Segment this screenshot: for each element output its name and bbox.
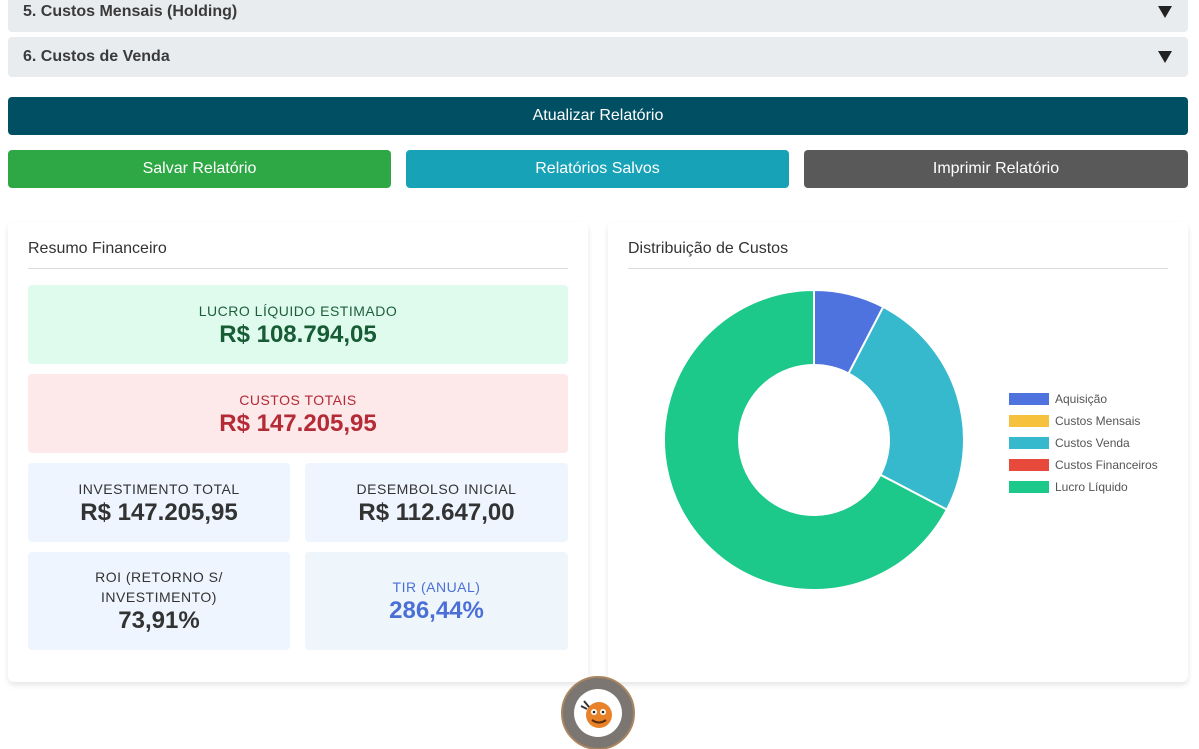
card-value: 286,44% (389, 597, 484, 624)
mascot-face-icon (574, 689, 622, 737)
legend-item[interactable]: Custos Venda (1009, 432, 1158, 454)
save-report-button[interactable]: Salvar Relatório (8, 150, 391, 188)
legend-swatch (1009, 481, 1049, 493)
legend-label: Custos Mensais (1055, 414, 1141, 428)
legend-label: Aquisição (1055, 392, 1108, 406)
roi-card: ROI (RETORNO S/ INVESTIMENTO) 73,91% (28, 552, 290, 650)
financial-summary-panel: Resumo Financeiro LUCRO LÍQUIDO ESTIMADO… (8, 222, 588, 682)
card-value: R$ 112.647,00 (358, 498, 515, 526)
card-label: ROI (RETORNO S/ INVESTIMENTO) (95, 569, 223, 605)
card-label: DESEMBOLSO INICIAL (356, 480, 517, 497)
total-investment-card: INVESTIMENTO TOTAL R$ 147.205,95 (28, 463, 290, 542)
saved-reports-button[interactable]: Relatórios Salvos (406, 150, 789, 188)
legend-swatch (1009, 437, 1049, 449)
accordion-title: 6. Custos de Venda (23, 48, 170, 65)
accordion-monthly-costs[interactable]: 5. Custos Mensais (Holding) (8, 0, 1188, 32)
legend-swatch (1009, 393, 1049, 405)
legend-item[interactable]: Custos Mensais (1009, 410, 1158, 432)
card-label: INVESTIMENTO TOTAL (78, 480, 240, 497)
mascot-avatar-icon[interactable] (561, 676, 635, 749)
legend-label: Custos Venda (1055, 436, 1130, 450)
legend-label: Lucro Líquido (1055, 480, 1128, 494)
print-report-button[interactable]: Imprimir Relatório (804, 150, 1188, 188)
caret-down-icon[interactable] (1158, 6, 1172, 18)
update-report-button[interactable]: Atualizar Relatório (8, 97, 1188, 135)
legend-label: Custos Financeiros (1055, 458, 1158, 472)
chart-legend: Aquisição Custos Mensais Custos Venda Custo… (1009, 388, 1158, 498)
total-costs-card: CUSTOS TOTAIS R$ 147.205,95 (28, 374, 568, 453)
panel-title: Resumo Financeiro (28, 240, 568, 269)
caret-down-icon[interactable] (1158, 51, 1172, 63)
card-value: R$ 108.794,05 (219, 320, 377, 348)
legend-item[interactable]: Custos Financeiros (1009, 454, 1158, 476)
cost-distribution-panel: Distribuição de Custos Aquisição Custos M… (608, 222, 1188, 682)
card-value: R$ 147.205,95 (80, 498, 238, 526)
accordion-title: 5. Custos Mensais (Holding) (23, 3, 238, 20)
accordion-sale-costs[interactable]: 6. Custos de Venda (8, 37, 1188, 77)
initial-outlay-card: DESEMBOLSO INICIAL R$ 112.647,00 (305, 463, 568, 542)
card-label: TIR (ANUAL) (392, 579, 481, 595)
net-profit-card: LUCRO LÍQUIDO ESTIMADO R$ 108.794,05 (28, 285, 568, 364)
card-label: LUCRO LÍQUIDO ESTIMADO (198, 302, 398, 319)
card-value: 73,91% (118, 607, 200, 634)
legend-swatch (1009, 459, 1049, 471)
legend-item[interactable]: Lucro Líquido (1009, 476, 1158, 498)
irr-card: TIR (ANUAL) 286,44% (305, 552, 568, 650)
legend-swatch (1009, 415, 1049, 427)
card-label: CUSTOS TOTAIS (239, 391, 357, 408)
legend-item[interactable]: Aquisição (1009, 388, 1158, 410)
card-value: R$ 147.205,95 (219, 409, 377, 437)
